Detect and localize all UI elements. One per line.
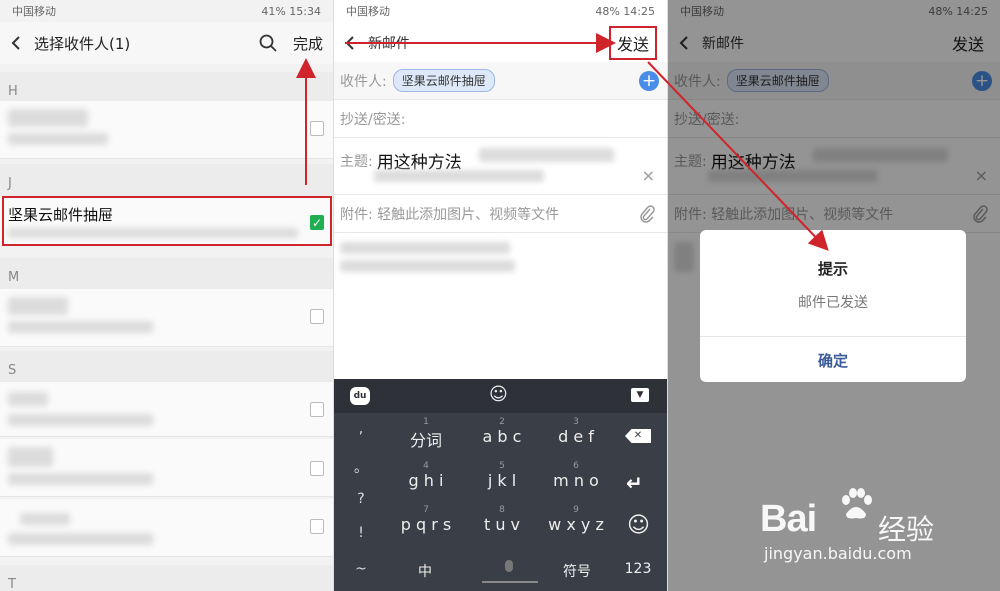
side-key[interactable]: 。 [334, 457, 388, 477]
key-ghi[interactable]: 4g h i [396, 461, 456, 490]
contact-checkbox[interactable] [310, 121, 324, 136]
carrier-label: 中国移动 [12, 5, 56, 18]
side-key[interactable]: ? [334, 491, 388, 507]
contact-row[interactable] [0, 101, 333, 159]
contact-row[interactable] [0, 382, 333, 437]
collapse-keyboard-icon[interactable]: ▼ [631, 388, 649, 402]
keyboard-toolbar: du ☺ ▼ [334, 379, 667, 413]
key-fenci[interactable]: 1 分词 [396, 417, 456, 451]
recipient-chip[interactable]: 坚果云邮件抽屉 [392, 69, 495, 92]
emoji-icon[interactable]: ☺ [489, 384, 508, 405]
alert-dialog: 提示 邮件已发送 确定 [700, 230, 966, 382]
back-arrow-icon[interactable] [344, 36, 358, 50]
cc-label: 抄送/密送: [340, 111, 406, 128]
key-jkl[interactable]: 5j k l [472, 461, 532, 490]
status-right: 48% 14:25 [595, 4, 655, 18]
key-def[interactable]: 3d e f [546, 417, 606, 446]
contact-checkbox[interactable] [310, 309, 324, 324]
dialog-title: 提示 [817, 260, 848, 278]
attachment-label: 附件: 轻触此添加图片、视频等文件 [340, 206, 560, 223]
contact-checkbox[interactable] [310, 461, 324, 476]
dialog-divider [700, 336, 966, 337]
microphone-icon[interactable] [505, 560, 513, 572]
dialog-message: 邮件已发送 [798, 295, 868, 311]
ok-button[interactable]: 确定 [700, 350, 966, 371]
section-header-s: S [0, 351, 333, 385]
section-header-m: M [0, 258, 333, 292]
enter-icon[interactable]: ↵ [626, 471, 643, 495]
annotation-highlight [2, 196, 332, 246]
key-symbols[interactable]: 符号 [552, 561, 602, 581]
status-right: 41% 15:34 [261, 4, 321, 18]
compose-screen: 中国移动 48% 14:25 新邮件 发送 收件人: 坚果云邮件抽屉 + 抄送/… [334, 0, 667, 591]
ime-logo-icon[interactable]: du [350, 387, 370, 405]
picker-header: 选择收件人(1) 完成 [0, 22, 333, 64]
key-mno[interactable]: 6m n o [546, 461, 606, 490]
contact-row[interactable] [0, 289, 333, 347]
key-numbers[interactable]: 123 [618, 561, 658, 577]
add-recipient-icon[interactable]: + [639, 70, 659, 91]
picker-title: 选择收件人(1) [34, 34, 131, 53]
contact-checkbox[interactable] [310, 402, 324, 417]
section-header-j: J [0, 164, 333, 198]
to-field[interactable]: 收件人: 坚果云邮件抽屉 + [334, 62, 667, 100]
subject-field[interactable]: 主题: 用这种方法 × [334, 138, 667, 195]
key-chinese[interactable]: 中 [404, 561, 446, 581]
status-bar: 中国移动 41% 15:34 [0, 0, 333, 22]
sent-confirmation-screen: 中国移动 48% 14:25 新邮件 发送 收件人: 坚果云邮件抽屉 + 抄送/… [668, 0, 1000, 591]
paperclip-icon[interactable] [639, 204, 655, 223]
to-label: 收件人: [340, 73, 387, 90]
compose-header: 新邮件 发送 [334, 22, 667, 64]
backspace-icon[interactable]: ✕ [625, 429, 651, 443]
contact-checkbox[interactable] [310, 519, 324, 534]
side-key[interactable]: , [334, 421, 388, 437]
contact-picker-screen: 中国移动 41% 15:34 选择收件人(1) 完成 H J 坚果云邮件抽屉 ✓… [0, 0, 333, 591]
key-wxyz[interactable]: 9w x y z [546, 505, 606, 534]
contact-row[interactable] [0, 439, 333, 497]
mail-body[interactable] [334, 234, 667, 379]
status-bar: 中国移动 48% 14:25 [334, 0, 667, 22]
side-key[interactable]: ~ [334, 561, 388, 577]
space-key[interactable] [482, 559, 538, 583]
side-key[interactable]: ! [334, 525, 388, 541]
subject-label: 主题: [340, 154, 373, 170]
compose-title: 新邮件 [368, 36, 410, 52]
key-abc[interactable]: 2a b c [472, 417, 532, 446]
emoji-key-icon[interactable]: ☺ [627, 513, 650, 538]
key-pqrs[interactable]: 7p q r s [396, 505, 456, 534]
clear-icon[interactable]: × [642, 166, 655, 185]
cc-field[interactable]: 抄送/密送: [334, 100, 667, 138]
back-arrow-icon[interactable] [10, 36, 24, 50]
send-button[interactable]: 发送 [608, 26, 657, 60]
contact-row[interactable] [0, 499, 333, 557]
key-tuv[interactable]: 8t u v [472, 505, 532, 534]
keyboard: du ☺ ▼ , 。 ? ! ~ 1 分词 2a b c 3d e f ✕ 4g … [334, 379, 667, 591]
done-button[interactable]: 完成 [293, 33, 323, 54]
carrier-label: 中国移动 [346, 5, 390, 18]
search-icon[interactable] [259, 34, 277, 52]
section-header-t: T [0, 565, 333, 591]
attachment-field[interactable]: 附件: 轻触此添加图片、视频等文件 [334, 195, 667, 233]
